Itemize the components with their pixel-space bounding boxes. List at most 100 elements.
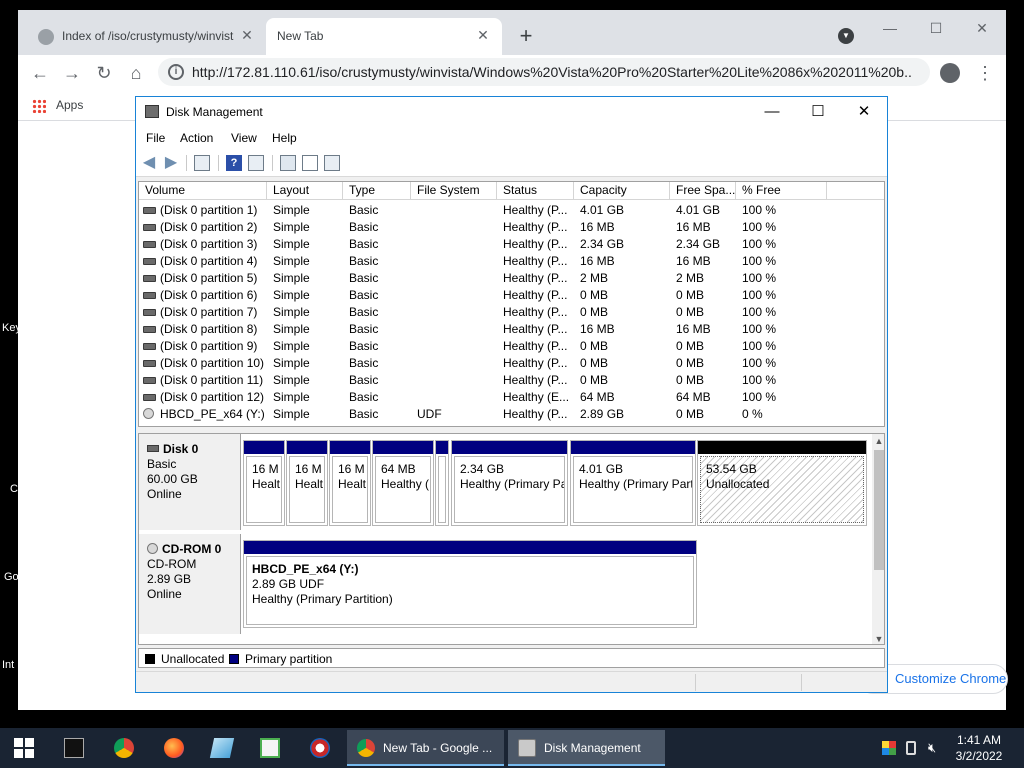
reload-icon[interactable]: ↻ bbox=[92, 61, 116, 85]
col-capacity[interactable]: Capacity bbox=[574, 182, 670, 200]
partition-status: Healthy (Primary Part bbox=[579, 477, 693, 491]
volume-row[interactable]: (Disk 0 partition 12) Simple Basic Healthy … bbox=[139, 389, 884, 406]
forward-icon[interactable]: → bbox=[60, 61, 84, 85]
partition-block[interactable]: 4.01 GB Healthy (Primary Part bbox=[570, 440, 696, 526]
col-percent-free[interactable]: % Free bbox=[736, 182, 827, 200]
color-tray-icon[interactable] bbox=[882, 741, 896, 755]
cell-status: Healthy (P... bbox=[503, 288, 568, 302]
volume-row[interactable]: (Disk 0 partition 5) Simple Basic Healthy (… bbox=[139, 270, 884, 287]
tab-index-iso[interactable]: Index of /iso/crustymusty/winvista ✕ bbox=[26, 18, 266, 55]
scroll-thumb[interactable] bbox=[874, 450, 884, 570]
maximize-icon[interactable]: ☐ bbox=[808, 102, 828, 122]
dm-toolbar: ◀ ▶ ? bbox=[136, 149, 887, 177]
cd-rom-0-label[interactable]: CD-ROM 0 CD-ROM 2.89 GB Online bbox=[139, 534, 241, 634]
new-tab-button[interactable]: + bbox=[514, 24, 538, 48]
title-bar[interactable]: Disk Management — ☐ ✕ bbox=[136, 97, 887, 127]
volume-row[interactable]: HBCD_PE_x64 (Y:) Simple Basic UDF Healthy (P… bbox=[139, 406, 884, 423]
maximize-icon[interactable]: ☐ bbox=[926, 18, 946, 38]
volume-row[interactable]: (Disk 0 partition 11) Simple Basic Healthy … bbox=[139, 372, 884, 389]
tab-new-tab[interactable]: New Tab ✕ bbox=[266, 18, 502, 55]
volume-row[interactable]: (Disk 0 partition 1) Simple Basic Healthy (… bbox=[139, 202, 884, 219]
firefox-taskbar-button[interactable] bbox=[154, 732, 194, 764]
volume-muted-icon[interactable]: 🔇︎ bbox=[928, 741, 942, 755]
show-hide-tree-icon[interactable] bbox=[194, 155, 210, 171]
close-icon[interactable]: ✕ bbox=[238, 26, 256, 44]
app-taskbar-button[interactable] bbox=[202, 732, 242, 764]
col-type[interactable]: Type bbox=[343, 182, 411, 200]
task-disk-management[interactable]: Disk Management bbox=[508, 730, 665, 766]
volume-row[interactable]: (Disk 0 partition 9) Simple Basic Healthy (… bbox=[139, 338, 884, 355]
back-icon[interactable]: ← bbox=[28, 61, 52, 85]
partition-status: Healt bbox=[252, 477, 281, 491]
volume-row[interactable]: (Disk 0 partition 10) Simple Basic Healthy … bbox=[139, 355, 884, 372]
apps-grid-icon[interactable] bbox=[32, 99, 46, 113]
profile-icon[interactable] bbox=[940, 63, 960, 83]
task-chrome-new-tab[interactable]: New Tab - Google ... bbox=[347, 730, 504, 766]
connect-icon[interactable] bbox=[280, 155, 296, 171]
partition-size: 2.34 GB bbox=[460, 462, 505, 476]
menu-view[interactable]: View bbox=[231, 131, 257, 145]
clock[interactable]: 1:41 AM 3/2/2022 bbox=[946, 732, 1012, 764]
vertical-scrollbar[interactable]: ▲ ▼ bbox=[872, 434, 884, 644]
usb-tray-icon[interactable] bbox=[906, 741, 916, 755]
cell-pct: 100 % bbox=[742, 220, 777, 234]
volume-row[interactable]: (Disk 0 partition 8) Simple Basic Healthy (… bbox=[139, 321, 884, 338]
back-arrow-icon[interactable]: ◀ bbox=[141, 155, 157, 171]
partition-block[interactable] bbox=[435, 440, 449, 526]
unallocated-block[interactable]: 53.54 GB Unallocated bbox=[697, 440, 867, 526]
cell-type: Basic bbox=[349, 356, 379, 370]
volume-row[interactable]: (Disk 0 partition 4) Simple Basic Healthy (… bbox=[139, 253, 884, 270]
minimize-icon[interactable]: — bbox=[880, 18, 900, 38]
close-icon[interactable]: ✕ bbox=[474, 26, 492, 44]
partition-block[interactable]: 16 M Healt bbox=[243, 440, 285, 526]
volume-row[interactable]: (Disk 0 partition 7) Simple Basic Healthy (… bbox=[139, 304, 884, 321]
partition-block[interactable]: 16 M Healt bbox=[286, 440, 328, 526]
cell-volume: (Disk 0 partition 10) bbox=[160, 356, 265, 370]
address-bar[interactable]: i http://172.81.110.61/iso/crustymusty/w… bbox=[158, 58, 930, 86]
volume-row[interactable]: (Disk 0 partition 3) Simple Basic Healthy (… bbox=[139, 236, 884, 253]
tab-search-icon[interactable]: ▼ bbox=[838, 28, 854, 44]
list-icon[interactable] bbox=[324, 155, 340, 171]
partition-block[interactable]: 64 MB Healthy ( bbox=[372, 440, 434, 526]
forward-arrow-icon[interactable]: ▶ bbox=[163, 155, 179, 171]
col-free-space[interactable]: Free Spa... bbox=[670, 182, 736, 200]
properties-icon[interactable] bbox=[248, 155, 264, 171]
editor-taskbar-button[interactable] bbox=[250, 732, 290, 764]
menu-action[interactable]: Action bbox=[180, 131, 213, 145]
col-status[interactable]: Status bbox=[497, 182, 574, 200]
volume-row[interactable]: (Disk 0 partition 6) Simple Basic Healthy (… bbox=[139, 287, 884, 304]
help-icon[interactable]: ? bbox=[226, 155, 242, 171]
menu-help[interactable]: Help bbox=[272, 131, 297, 145]
col-layout[interactable]: Layout bbox=[267, 182, 343, 200]
check-icon[interactable] bbox=[302, 155, 318, 171]
cmd-taskbar-button[interactable] bbox=[54, 732, 94, 764]
home-icon[interactable]: ⌂ bbox=[124, 61, 148, 85]
col-file-system[interactable]: File System bbox=[411, 182, 497, 200]
partition-block[interactable]: 2.34 GB Healthy (Primary Pa bbox=[451, 440, 568, 526]
disk-state: Online bbox=[147, 587, 182, 601]
disk-0-label[interactable]: Disk 0 Basic 60.00 GB Online bbox=[139, 434, 241, 530]
col-volume[interactable]: Volume bbox=[139, 182, 267, 200]
kebab-menu-icon[interactable]: ⋮ bbox=[976, 61, 994, 85]
cell-free: 0 MB bbox=[676, 373, 705, 387]
cell-fs bbox=[417, 304, 497, 321]
scroll-up-icon[interactable]: ▲ bbox=[872, 434, 884, 448]
partition-block[interactable]: HBCD_PE_x64 (Y:) 2.89 GB UDF Healthy (Pr… bbox=[243, 540, 697, 628]
info-icon[interactable]: i bbox=[168, 64, 184, 80]
cell-fs bbox=[417, 253, 497, 270]
cell-capacity: 0 MB bbox=[580, 356, 609, 370]
close-window-icon[interactable]: ✕ bbox=[972, 18, 992, 38]
tool-taskbar-button[interactable] bbox=[300, 732, 340, 764]
scroll-down-icon[interactable]: ▼ bbox=[872, 632, 884, 644]
cell-volume: (Disk 0 partition 9) bbox=[160, 339, 258, 353]
apps-bookmark[interactable]: Apps bbox=[56, 98, 83, 112]
url-text[interactable]: http://172.81.110.61/iso/crustymusty/win… bbox=[192, 64, 912, 80]
close-window-icon[interactable]: ✕ bbox=[854, 102, 874, 122]
chrome-taskbar-button[interactable] bbox=[104, 732, 144, 764]
minimize-icon[interactable]: — bbox=[762, 102, 782, 122]
volume-row[interactable]: (Disk 0 partition 2) Simple Basic Healthy (… bbox=[139, 219, 884, 236]
start-button[interactable] bbox=[4, 732, 44, 764]
cell-layout: Simple bbox=[273, 390, 310, 404]
menu-file[interactable]: File bbox=[146, 131, 165, 145]
partition-block[interactable]: 16 M Healt bbox=[329, 440, 371, 526]
